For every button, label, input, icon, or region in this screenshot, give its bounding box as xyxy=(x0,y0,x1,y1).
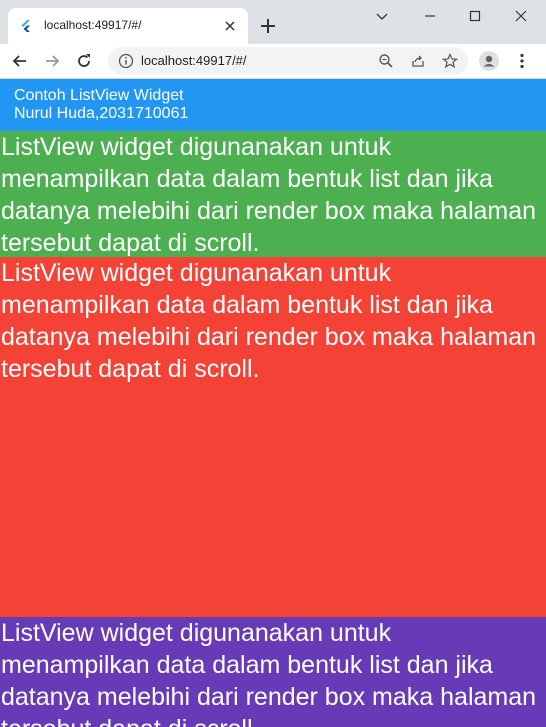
browser-titlebar: localhost:49917/#/ xyxy=(0,0,546,44)
address-bar[interactable]: localhost:49917/#/ xyxy=(108,47,468,75)
bookmark-star-icon[interactable] xyxy=(442,53,458,69)
maximize-icon[interactable] xyxy=(467,8,483,24)
share-icon[interactable] xyxy=(410,53,426,69)
info-icon[interactable] xyxy=(118,53,134,69)
list-item-text: ListView widget digunanakan untuk menamp… xyxy=(1,619,537,727)
list-item-purple: ListView widget digunanakan untuk menamp… xyxy=(0,617,546,727)
menu-kebab-icon[interactable] xyxy=(512,51,532,71)
chevron-down-icon[interactable] xyxy=(374,8,390,24)
reload-icon[interactable] xyxy=(74,51,94,71)
app-bar: Contoh ListView Widget Nurul Huda,203171… xyxy=(0,79,546,131)
forward-icon[interactable] xyxy=(42,51,62,71)
back-icon[interactable] xyxy=(10,51,30,71)
flutter-icon xyxy=(21,20,30,32)
list-item-text: ListView widget digunanakan untuk menamp… xyxy=(1,259,537,383)
minimize-icon[interactable] xyxy=(422,8,438,24)
app-title: Contoh ListView Widget xyxy=(14,87,184,104)
list-item-text: ListView widget digunanakan untuk menamp… xyxy=(1,133,537,257)
browser-tab[interactable]: localhost:49917/#/ xyxy=(8,8,248,44)
list-item-red: ListView widget digunanakan untuk menamp… xyxy=(0,257,546,617)
tab-title: localhost:49917/#/ xyxy=(44,18,142,32)
url-text[interactable]: localhost:49917/#/ xyxy=(141,53,247,68)
zoom-icon[interactable] xyxy=(378,53,394,69)
close-tab-icon[interactable] xyxy=(222,18,238,34)
close-window-icon[interactable] xyxy=(513,8,529,24)
list-item-green: ListView widget digunanakan untuk menamp… xyxy=(0,131,546,257)
new-tab-icon[interactable] xyxy=(258,16,278,36)
browser-toolbar: localhost:49917/#/ xyxy=(0,44,546,79)
app-subtitle: Nurul Huda,2031710061 xyxy=(14,105,189,122)
profile-avatar-icon[interactable] xyxy=(479,51,499,71)
